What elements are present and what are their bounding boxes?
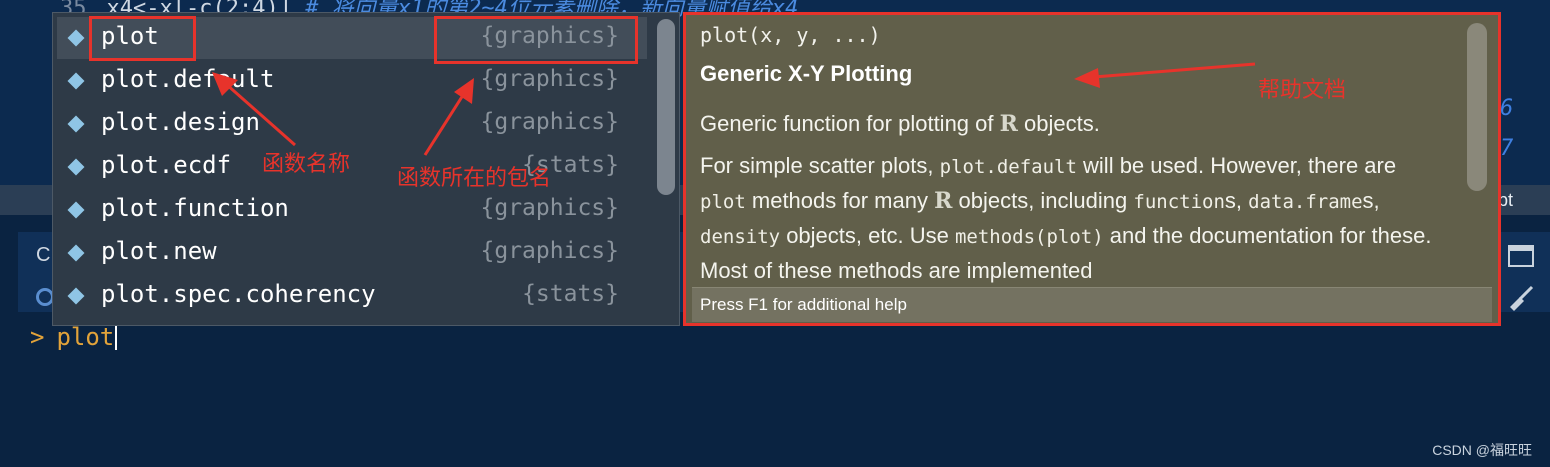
help-title: Generic X-Y Plotting <box>700 61 913 86</box>
completion-package-name: {graphics} <box>480 238 619 264</box>
completion-function-name: plot.design <box>101 108 260 136</box>
completion-item[interactable]: plot.function {graphics} <box>57 189 647 231</box>
console-tab-label[interactable]: C <box>36 244 50 267</box>
function-diamond-icon <box>67 158 85 176</box>
line-number-right: 7 <box>1500 136 1514 161</box>
maximize-pane-icon[interactable] <box>1508 245 1534 267</box>
function-name-highlight-box <box>89 16 196 61</box>
help-footer-text: Press F1 for additional help <box>700 295 907 314</box>
help-scrollbar[interactable] <box>1467 23 1487 191</box>
clear-console-broom-icon[interactable] <box>1506 284 1536 314</box>
console-input-line[interactable]: > plot <box>30 322 118 351</box>
completion-item[interactable]: plot.design {graphics} <box>57 103 647 145</box>
completion-scrollbar[interactable] <box>657 19 675 195</box>
function-diamond-icon <box>67 29 85 47</box>
completion-package-name: {graphics} <box>480 195 619 221</box>
package-name-highlight-box <box>434 16 638 64</box>
function-diamond-icon <box>67 72 85 90</box>
help-paragraph: Generic function for plotting of R objec… <box>700 111 1100 137</box>
annotation-function-name: 函数名称 <box>262 151 351 176</box>
function-diamond-icon <box>67 115 85 133</box>
completion-function-name: plot.default <box>101 65 275 93</box>
function-diamond-icon <box>67 201 85 219</box>
completion-function-name: plot.ecdf <box>101 151 232 179</box>
help-body: Generic function for plotting of R objec… <box>700 107 1440 295</box>
watermark: CSDN @福旺旺 <box>1432 442 1532 458</box>
completion-package-name: {graphics} <box>480 66 619 92</box>
completion-package-name: {stats} <box>522 281 619 307</box>
help-tooltip: plot(x, y, ...) Generic X-Y Plotting Gen… <box>683 12 1501 326</box>
help-footer: Press F1 for additional help <box>692 287 1492 322</box>
completion-item[interactable]: plot.default {graphics} <box>57 60 647 102</box>
completion-item[interactable]: plot.spec.coherency {stats} <box>57 275 647 317</box>
text-cursor <box>115 322 118 350</box>
function-diamond-icon <box>67 287 85 305</box>
help-paragraph: For simple scatter plots, plot.default w… <box>700 153 1432 283</box>
annotation-help-doc: 帮助文档 <box>1258 77 1347 102</box>
completion-item[interactable]: plot.ecdf {stats} <box>57 146 647 188</box>
completion-function-name: plot.spec.coherency <box>101 280 376 308</box>
function-diamond-icon <box>67 244 85 262</box>
line-number-right: 6 <box>1500 96 1514 121</box>
completion-function-name: plot.new <box>101 237 217 265</box>
completion-function-name: plot.function <box>101 194 289 222</box>
annotation-package-name: 函数所在的包名 <box>397 165 552 190</box>
left-gutter <box>0 232 18 467</box>
help-signature: plot(x, y, ...) <box>700 23 881 47</box>
completion-package-name: {graphics} <box>480 109 619 135</box>
console-input-text: plot <box>56 323 115 351</box>
completion-item[interactable]: plot.new {graphics} <box>57 232 647 274</box>
console-prompt-symbol: > <box>30 323 45 351</box>
